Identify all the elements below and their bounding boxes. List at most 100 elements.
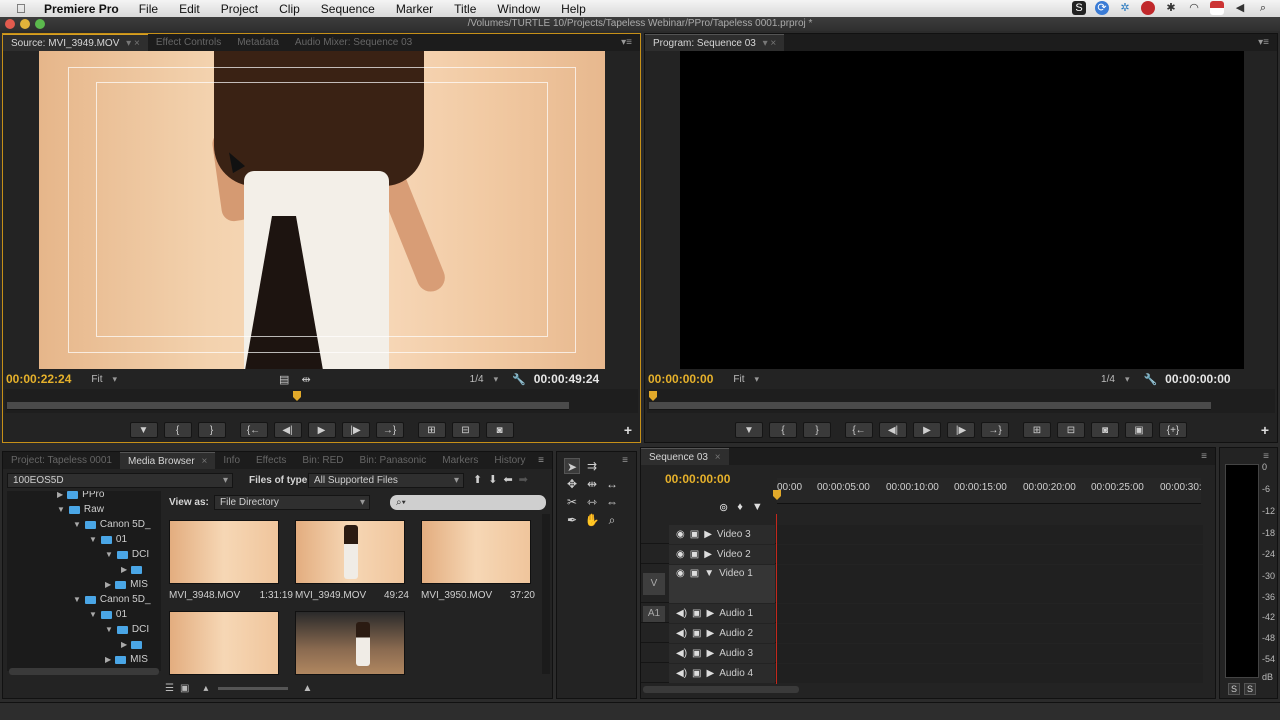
- wifi-icon[interactable]: ◠: [1187, 1, 1201, 15]
- path-select[interactable]: 100EOS5D: [7, 473, 233, 488]
- speaker-icon[interactable]: ◀): [676, 648, 687, 659]
- tree-item[interactable]: ▼ Raw: [57, 502, 104, 517]
- collapse-icon[interactable]: ▼: [105, 550, 113, 559]
- expand-icon[interactable]: ▶: [105, 580, 111, 589]
- track-header[interactable]: ◀) ▣ ▶ Audio 1: [669, 604, 775, 623]
- tab-sequence[interactable]: Sequence 03 ×: [641, 448, 729, 465]
- source-current-timecode[interactable]: 00:00:22:24: [6, 372, 71, 386]
- files-of-type-select[interactable]: All Supported Files: [308, 473, 464, 488]
- sync-lock-icon[interactable]: ▣: [692, 608, 701, 619]
- timeline-current-timecode[interactable]: 00:00:00:00: [665, 472, 730, 486]
- apple-icon[interactable]: : [16, 1, 30, 16]
- program-zoom-select[interactable]: Fit: [729, 373, 763, 386]
- track-header[interactable]: ◀) ▣ ▶ Audio 4: [669, 664, 775, 683]
- tree-item[interactable]: ▼ DCI: [105, 547, 149, 562]
- menu-clip[interactable]: Clip: [279, 2, 300, 16]
- tree-scrollbar[interactable]: [9, 668, 159, 675]
- eye-icon[interactable]: ◉: [676, 549, 685, 560]
- solo-left-button[interactable]: S: [1228, 683, 1240, 695]
- trim-monitor-button[interactable]: {+}: [1159, 422, 1187, 438]
- drag-video-icon[interactable]: ▤: [279, 373, 289, 386]
- tree-item[interactable]: ▼ DCI: [105, 622, 149, 637]
- timeline-scrollbar[interactable]: [643, 686, 799, 693]
- tab-effect-controls[interactable]: Effect Controls: [148, 34, 229, 51]
- arrow-back-icon[interactable]: ⬅: [503, 473, 512, 486]
- go-to-in-button[interactable]: {←: [845, 422, 873, 438]
- program-current-timecode[interactable]: 00:00:00:00: [648, 372, 713, 386]
- tab-metadata[interactable]: Metadata: [229, 34, 287, 51]
- speaker-icon[interactable]: ◀): [676, 668, 687, 679]
- add-marker-button[interactable]: ▼: [735, 422, 763, 438]
- track-header[interactable]: ◉ ▣ ▶ Video 3: [669, 525, 775, 544]
- button-editor-icon[interactable]: +: [624, 422, 632, 438]
- tab-history[interactable]: History: [486, 452, 533, 469]
- menu-file[interactable]: File: [139, 2, 158, 16]
- snap-icon[interactable]: ⊚: [719, 501, 728, 514]
- clip-thumbnail[interactable]: [421, 520, 531, 584]
- tree-item[interactable]: ▶ PPro: [57, 491, 104, 502]
- expand-track-icon[interactable]: ▶: [704, 529, 712, 540]
- panel-menu-icon[interactable]: ▾≡: [1258, 37, 1269, 48]
- safe-margins-button[interactable]: ▣: [1125, 422, 1153, 438]
- sync-lock-icon[interactable]: ▣: [692, 668, 701, 679]
- play-button[interactable]: ▶: [913, 422, 941, 438]
- icon-view-icon[interactable]: ▣: [180, 683, 189, 694]
- ripple-edit-tool-icon[interactable]: ✥: [564, 476, 580, 492]
- source-zoom-select[interactable]: Fit: [87, 373, 121, 386]
- speaker-icon[interactable]: ◀): [676, 608, 687, 619]
- pen-tool-icon[interactable]: ✒: [564, 512, 580, 528]
- selection-tool-icon[interactable]: ➤: [564, 458, 580, 474]
- source-patch-video[interactable]: V: [643, 573, 665, 595]
- menu-sequence[interactable]: Sequence: [321, 2, 375, 16]
- track-header[interactable]: ◀) ▣ ▶ Audio 3: [669, 644, 775, 663]
- tab-project[interactable]: Project: Tapeless 0001: [3, 452, 120, 469]
- track-lane[interactable]: [777, 525, 1203, 544]
- add-marker-icon[interactable]: ♦: [737, 501, 743, 514]
- panel-menu-icon[interactable]: ≡: [1263, 451, 1269, 462]
- hand-tool-icon[interactable]: ✋: [584, 512, 600, 528]
- eye-icon[interactable]: ◉: [676, 568, 685, 579]
- overwrite-button[interactable]: ⊟: [451, 422, 480, 438]
- expand-icon[interactable]: ▶: [105, 655, 111, 664]
- lift-button[interactable]: ⊞: [1023, 422, 1051, 438]
- tab-media-browser[interactable]: Media Browser ×: [120, 452, 216, 469]
- sync-lock-icon[interactable]: ▣: [692, 628, 701, 639]
- tree-item[interactable]: ▶ MIS: [105, 577, 148, 592]
- expand-track-icon[interactable]: ▶: [706, 648, 714, 659]
- slip-tool-icon[interactable]: ⇿: [584, 494, 600, 510]
- tab-program[interactable]: Program: Sequence 03 ▾ ×: [645, 34, 785, 51]
- expand-track-icon[interactable]: ▶: [706, 608, 714, 619]
- tab-effects[interactable]: Effects: [248, 452, 294, 469]
- track-lane[interactable]: [777, 644, 1203, 663]
- arrow-up-icon[interactable]: ⬆: [473, 473, 482, 486]
- expand-track-icon[interactable]: ▶: [706, 668, 714, 679]
- expand-icon[interactable]: ▶: [121, 640, 127, 649]
- extract-button[interactable]: ⊟: [1057, 422, 1085, 438]
- track-lane[interactable]: [777, 565, 1203, 603]
- sync-lock-icon[interactable]: ▣: [690, 549, 699, 560]
- tree-item[interactable]: ▼ Canon 5D_: [73, 517, 151, 532]
- close-icon[interactable]: ×: [715, 452, 721, 463]
- marker-icon[interactable]: ▼: [752, 501, 763, 514]
- tab-source[interactable]: Source: MVI_3949.MOV ▾ ×: [3, 34, 148, 51]
- flag-icon[interactable]: [1210, 1, 1224, 15]
- tree-item[interactable]: ▶: [121, 562, 146, 577]
- source-resolution-select[interactable]: 1/4: [466, 373, 502, 386]
- sync-icon[interactable]: ⟳: [1095, 1, 1109, 15]
- gear-status-icon[interactable]: ✲: [1118, 1, 1132, 15]
- mark-out-button[interactable]: }: [803, 422, 831, 438]
- menu-window[interactable]: Window: [497, 2, 540, 16]
- wrench-icon[interactable]: 🔧: [1143, 373, 1157, 386]
- mark-in-button[interactable]: {: [163, 422, 192, 438]
- track-lane[interactable]: [777, 604, 1203, 623]
- tab-audio-mixer[interactable]: Audio Mixer: Sequence 03: [287, 34, 420, 51]
- zoom-out-icon[interactable]: ▴: [203, 683, 208, 694]
- step-forward-button[interactable]: |▶: [341, 422, 370, 438]
- collapse-icon[interactable]: ▼: [57, 505, 65, 514]
- bluetooth-icon[interactable]: ✱: [1164, 1, 1178, 15]
- clip-thumbnail[interactable]: [295, 611, 405, 675]
- search-input[interactable]: ⌕▾: [390, 495, 546, 510]
- wrench-icon[interactable]: 🔧: [512, 373, 526, 386]
- go-to-in-button[interactable]: {←: [239, 422, 268, 438]
- panel-menu-icon[interactable]: ▾≡: [621, 37, 632, 48]
